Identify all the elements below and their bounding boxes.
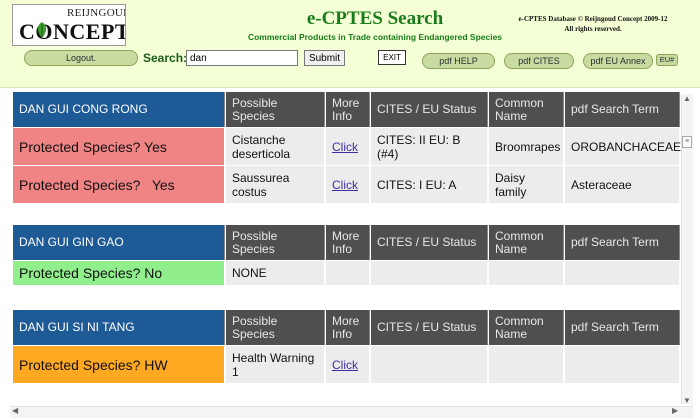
col-common-header: Common Name xyxy=(489,225,564,260)
col-info-header: More Info xyxy=(326,225,370,260)
col-status-header: CITES / EU Status xyxy=(371,92,488,127)
search-term-cell: OROBANCHACEAE xyxy=(565,128,681,165)
arrow-left-icon[interactable]: ◀ xyxy=(12,406,18,415)
col-info-header: More Info xyxy=(326,92,370,127)
species-cell: NONE xyxy=(226,261,325,285)
search-term-cell xyxy=(565,261,680,285)
logout-button[interactable]: Logout. xyxy=(24,50,138,66)
result-header-row: DAN GUI GIN GAO Possible Species More In… xyxy=(13,225,680,260)
col-species-header: Possible Species xyxy=(226,92,325,127)
more-info-link[interactable]: Click xyxy=(332,358,358,372)
more-info-cell: Click xyxy=(326,128,370,165)
more-info-link[interactable]: Click xyxy=(332,178,358,192)
copyright-notice: e-CPTES Database © Reijngoud Concept 200… xyxy=(498,14,688,34)
more-info-cell: Click xyxy=(326,346,370,383)
result-block-1: DAN GUI CONG RONG Possible Species More … xyxy=(13,92,681,203)
table-row: Protected Species? HW Health Warning 1 C… xyxy=(13,346,680,383)
more-info-cell: Click xyxy=(326,166,370,203)
common-name-cell: Broomrapes xyxy=(489,128,564,165)
pdf-cites-button[interactable]: pdf CITES xyxy=(504,53,574,69)
copyright-line-1: e-CPTES Database © Reijngoud Concept 200… xyxy=(518,15,668,23)
result-block-2: DAN GUI GIN GAO Possible Species More In… xyxy=(13,225,680,286)
result-header-row: DAN GUI CONG RONG Possible Species More … xyxy=(13,92,680,127)
col-status-header: CITES / EU Status xyxy=(371,310,488,345)
search-term-cell xyxy=(565,346,680,383)
col-status-header: CITES / EU Status xyxy=(371,225,488,260)
exit-button[interactable]: EXIT xyxy=(378,50,406,65)
protected-status: Protected Species? HW xyxy=(13,346,225,383)
species-cell: Saussurea costus xyxy=(226,166,325,203)
result-block-3: DAN GUI SI NI TANG Possible Species More… xyxy=(13,310,680,384)
logo: REIJNGOUD CONCEPT xyxy=(12,4,126,46)
col-common-header: Common Name xyxy=(489,92,564,127)
cites-status-cell xyxy=(371,346,488,383)
col-species-header: Possible Species xyxy=(226,225,325,260)
common-name-cell: Daisy family xyxy=(489,166,564,203)
col-term-header: pdf Search Term xyxy=(565,225,680,260)
logo-top-text: REIJNGOUD xyxy=(67,7,126,19)
app-header: REIJNGOUD CONCEPT e-CPTES Search Commerc… xyxy=(0,0,700,88)
col-species-header: Possible Species xyxy=(226,310,325,345)
submit-button[interactable]: Submit xyxy=(304,50,345,66)
copyright-line-2: All rights reserved. xyxy=(564,25,622,33)
result-name: DAN GUI GIN GAO xyxy=(13,225,225,260)
col-common-header: Common Name xyxy=(489,310,564,345)
eu-number-button[interactable]: EU# xyxy=(656,54,678,66)
more-info-link[interactable]: Click xyxy=(332,140,358,154)
table-row: Protected Species? Yes Cistanche deserti… xyxy=(13,128,681,165)
page-title: e-CPTES Search xyxy=(306,8,444,29)
cites-status-cell: CITES: I EU: A xyxy=(371,166,488,203)
table-row: Protected Species? No NONE xyxy=(13,261,680,285)
result-name: DAN GUI SI NI TANG xyxy=(13,310,225,345)
arrow-right-icon[interactable]: ▶ xyxy=(672,406,678,415)
species-cell: Cistanche deserticola xyxy=(226,128,325,165)
search-term-cell: Asteraceae xyxy=(565,166,680,203)
result-name: DAN GUI CONG RONG xyxy=(13,92,225,127)
table-row: Protected Species? Yes Saussurea costus … xyxy=(13,166,680,203)
col-info-header: More Info xyxy=(326,310,370,345)
cites-status-cell: CITES: II EU: B (#4) xyxy=(371,128,488,165)
search-label: Search: xyxy=(143,51,188,65)
pdf-eu-annex-button[interactable]: pdf EU Annex xyxy=(583,53,653,69)
species-cell: Health Warning 1 xyxy=(226,346,325,383)
common-name-cell xyxy=(489,346,564,383)
results-area: DAN GUI CONG RONG Possible Species More … xyxy=(0,88,700,420)
leaf-logo-icon xyxy=(37,22,47,38)
more-info-cell xyxy=(326,261,370,285)
common-name-cell xyxy=(489,261,564,285)
col-term-header: pdf Search Term xyxy=(565,310,680,345)
arrow-up-icon[interactable]: ▲ xyxy=(683,94,691,103)
protected-status: Protected Species? Yes xyxy=(13,128,225,165)
result-header-row: DAN GUI SI NI TANG Possible Species More… xyxy=(13,310,680,345)
cites-status-cell xyxy=(371,261,488,285)
col-term-header: pdf Search Term xyxy=(565,92,680,127)
arrow-down-icon[interactable]: ▼ xyxy=(683,396,691,405)
horizontal-scrollbar[interactable] xyxy=(10,406,693,418)
search-input[interactable] xyxy=(186,50,298,66)
protected-status: Protected Species? No xyxy=(13,261,225,285)
scroll-grip-icon[interactable]: ≡ xyxy=(682,136,692,148)
protected-status: Protected Species? Yes xyxy=(13,166,225,203)
pdf-help-button[interactable]: pdf HELP xyxy=(422,53,495,69)
